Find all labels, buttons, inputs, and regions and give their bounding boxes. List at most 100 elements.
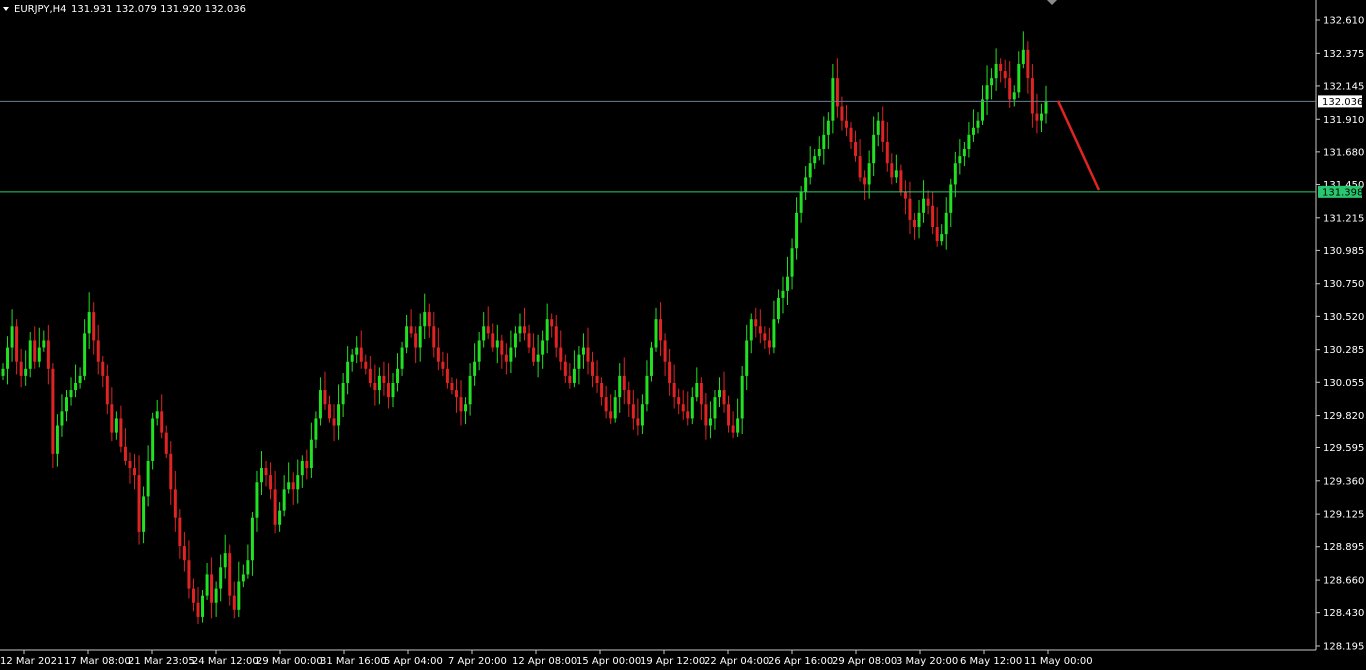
candle-bull <box>581 347 585 355</box>
price-tick-label: 131.910 <box>1323 115 1364 126</box>
candle-bull <box>87 312 91 334</box>
price-tick-label: 130.985 <box>1323 246 1364 257</box>
candle-bull <box>808 163 812 178</box>
candle-bear <box>609 411 613 419</box>
candle-bull <box>495 340 499 348</box>
time-tick-label: 26 Apr 16:00 <box>768 656 833 667</box>
candle-bear <box>436 347 440 362</box>
candle-bull <box>468 375 472 405</box>
candle-bull <box>350 354 354 362</box>
candle-bull <box>55 425 59 454</box>
candle-bull <box>944 212 948 235</box>
candle-bear <box>359 347 363 362</box>
candle-bear <box>164 432 168 454</box>
candle-bear <box>450 382 454 391</box>
candle-bear <box>731 425 735 433</box>
candle-bear <box>754 319 758 327</box>
candle-bull <box>464 404 468 412</box>
candle-bear <box>96 340 100 362</box>
candle-bull <box>695 382 699 398</box>
candle-bear <box>169 453 173 490</box>
time-tick-label: 11 May 00:00 <box>1024 656 1093 667</box>
candle-bull <box>250 517 254 561</box>
time-tick-label: 29 Apr 08:00 <box>832 656 897 667</box>
candle-bear <box>532 347 536 362</box>
candle-bull <box>1039 113 1043 121</box>
time-tick-label: 12 Apr 08:00 <box>512 656 577 667</box>
candle-bear <box>559 347 563 362</box>
candle-bear <box>128 460 132 469</box>
candle-bull <box>894 170 898 178</box>
candle-bear <box>427 312 431 327</box>
candle-bull <box>831 78 835 121</box>
candle-bull <box>1012 92 1016 100</box>
candle-bull <box>640 404 644 426</box>
candle-bear <box>504 354 508 362</box>
time-tick-label: 31 Mar 16:00 <box>320 656 387 667</box>
symbol-timeframe-label[interactable]: EURJPY,H4 <box>14 4 67 15</box>
time-tick-label: 17 Mar 08:00 <box>64 656 131 667</box>
time-tick-label: 29 Mar 00:00 <box>256 656 323 667</box>
candle-bear <box>1026 49 1030 79</box>
candle-bear <box>912 219 916 228</box>
candle-bear <box>591 361 595 376</box>
candle-bear <box>840 106 844 121</box>
candle-bear <box>763 333 767 341</box>
current-price-tag: 132.036 <box>1318 95 1363 108</box>
candle-bull <box>24 368 28 376</box>
candle-bear <box>885 141 889 164</box>
candle-bull <box>396 368 400 383</box>
candle-bull <box>142 496 146 532</box>
candle-bull <box>985 85 989 100</box>
candle-bear <box>863 177 867 185</box>
price-tick-label: 130.520 <box>1323 312 1364 323</box>
candle-bear <box>881 120 885 142</box>
candle-bull <box>377 375 381 391</box>
candle-bear <box>835 78 839 107</box>
candle-bear <box>908 198 912 220</box>
candle-bear <box>182 546 186 561</box>
candle-bear <box>931 205 935 228</box>
candle-bear <box>1008 78 1012 100</box>
candle-bull <box>341 382 345 405</box>
price-tick-label: 132.375 <box>1323 49 1364 60</box>
candle-bear <box>523 326 526 334</box>
candle-bear <box>264 468 268 476</box>
candle-bull <box>60 411 64 426</box>
candle-bull <box>28 340 32 369</box>
candle-bull <box>482 326 486 341</box>
candle-bull <box>214 588 218 603</box>
candle-bear <box>187 560 191 589</box>
candle-bull <box>223 553 227 568</box>
candle-bear <box>291 482 295 490</box>
candle-bear <box>1030 78 1034 114</box>
candle-bull <box>423 312 427 327</box>
candle-bear <box>137 475 141 532</box>
candle-bull <box>994 63 998 79</box>
price-chart[interactable]: 132.610132.375132.145131.910131.680131.4… <box>0 0 1366 670</box>
candle-bull <box>405 326 409 348</box>
candle-bull <box>205 574 209 596</box>
candle-bull <box>958 156 962 164</box>
candle-bull <box>64 397 68 412</box>
price-tick-label: 130.055 <box>1323 378 1364 389</box>
candle-bull <box>114 418 118 433</box>
candle-bull <box>477 340 481 362</box>
current-price-label: 132.036 <box>1322 97 1363 108</box>
candle-bear <box>600 382 604 398</box>
candle-bear <box>668 361 672 383</box>
candle-bear <box>686 411 690 419</box>
candle-bull <box>690 397 694 419</box>
candle-bear <box>15 326 19 362</box>
candle-bear <box>586 347 590 362</box>
candle-bear <box>101 361 105 376</box>
candle-bull <box>813 156 817 164</box>
candle-bull <box>740 375 744 419</box>
candle-bear <box>568 375 572 383</box>
candle-bull <box>155 411 159 419</box>
candle-bull <box>645 375 649 405</box>
price-tick-label: 128.660 <box>1323 576 1364 587</box>
candle-bull <box>400 347 404 369</box>
candle-bear <box>767 340 771 348</box>
level-price-tag: 131.398 <box>1318 185 1363 198</box>
